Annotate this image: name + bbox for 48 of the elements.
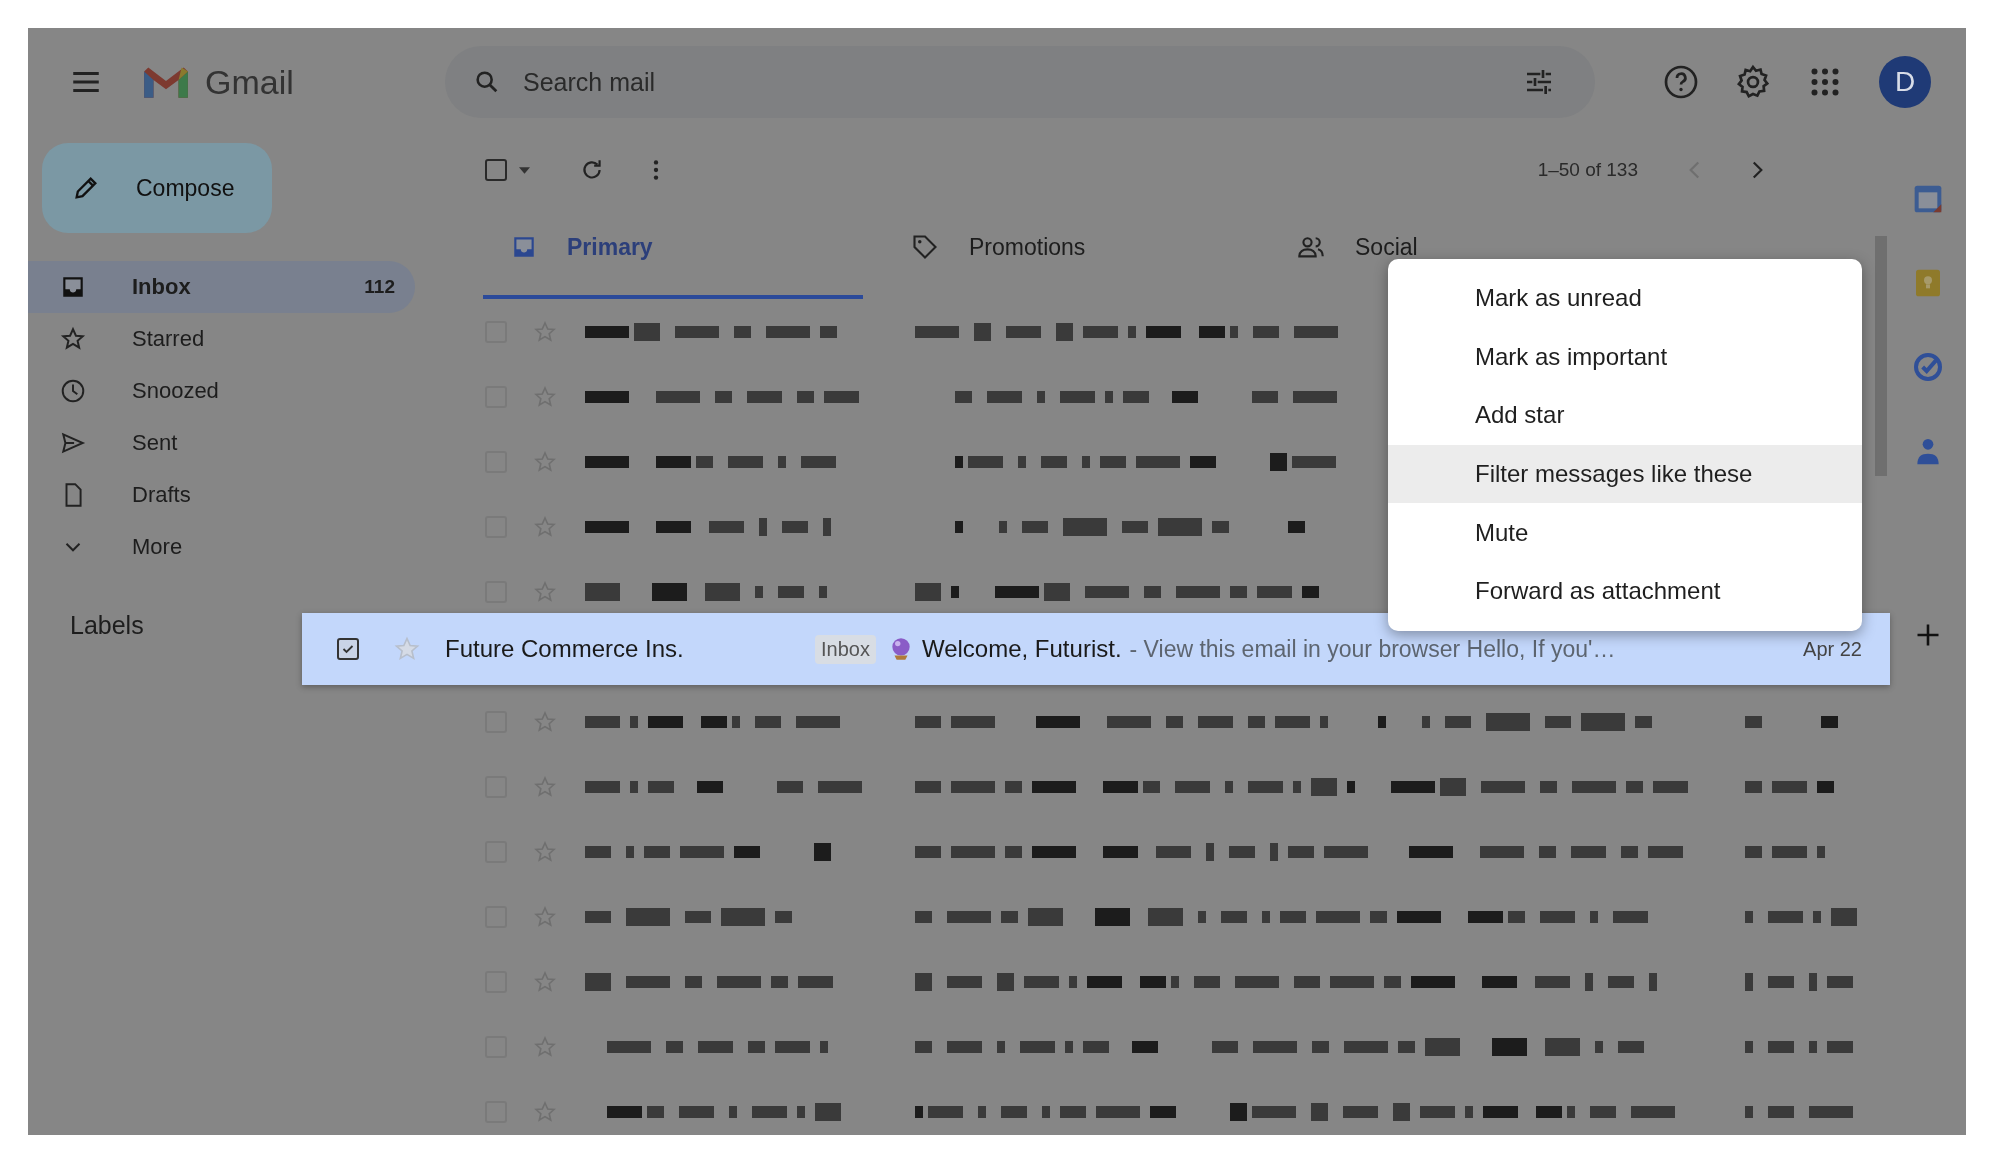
menu-item[interactable]: Mark as important <box>1388 327 1862 387</box>
unread-count: 112 <box>364 276 395 298</box>
inbox-label-chip: Inbox <box>815 634 876 664</box>
select-all-checkbox[interactable] <box>485 159 507 181</box>
star-icon[interactable] <box>393 635 421 663</box>
sender-name: Future Commerce Ins. <box>445 635 685 663</box>
account-avatar[interactable]: D <box>1879 56 1931 108</box>
nav-label: Sent <box>132 430 179 456</box>
menu-item[interactable]: Filter messages like these <box>1388 444 1862 504</box>
menu-item[interactable]: Mute <box>1388 503 1862 562</box>
nav-item[interactable]: Sent <box>28 417 415 469</box>
nav-item[interactable]: More <box>28 521 415 573</box>
email-date: Apr 22 <box>1803 637 1862 661</box>
help-icon[interactable] <box>1663 64 1699 100</box>
search-input[interactable]: Search mail <box>521 66 1523 98</box>
category-tab[interactable]: Promotions <box>863 199 1273 299</box>
pencil-icon <box>72 174 100 202</box>
row-checkbox[interactable] <box>337 638 359 660</box>
caret-icon[interactable] <box>519 166 530 174</box>
scrollbar[interactable] <box>1875 236 1887 476</box>
settings-icon[interactable] <box>1735 64 1771 100</box>
nav-label: Starred <box>132 326 206 352</box>
email-snippet: - View this email in your browser Hello, If you'… <box>1129 635 1616 663</box>
nav-label: More <box>132 534 184 560</box>
nav-label: Snoozed <box>132 378 220 404</box>
compose-button[interactable]: Compose <box>42 143 272 233</box>
inbox-icon <box>511 234 537 260</box>
send-icon <box>60 430 86 456</box>
clock-icon <box>60 378 86 404</box>
nav-item[interactable]: Inbox 112 <box>28 261 415 313</box>
star-icon <box>60 326 86 352</box>
nav-item[interactable]: Snoozed <box>28 365 415 417</box>
calendar-icon[interactable] <box>1912 183 1944 215</box>
page-range: 1–50 of 133 <box>1537 159 1638 181</box>
app-name: Gmail <box>205 62 295 102</box>
tag-icon <box>911 233 939 261</box>
task-check-icon[interactable] <box>1912 351 1944 383</box>
dragged-email-row[interactable]: Future Commerce Ins. Inbox Welcome, Futurist. - View this email in your browser Hello, If you'… Apr 22 <box>302 613 1890 685</box>
email-subject: Welcome, Futurist. <box>921 635 1122 663</box>
nav-label: Inbox <box>132 274 192 300</box>
search-bar[interactable]: Search mail <box>445 46 1595 118</box>
nav-label: Drafts <box>132 482 192 508</box>
inbox-icon <box>60 274 86 300</box>
nav-item[interactable]: Drafts <box>28 469 415 521</box>
menu-item[interactable]: Add star <box>1388 386 1862 445</box>
menu-item[interactable]: Mark as unread <box>1388 269 1862 328</box>
nav-item[interactable]: Starred <box>28 313 415 365</box>
labels-heading: Labels <box>70 611 145 640</box>
